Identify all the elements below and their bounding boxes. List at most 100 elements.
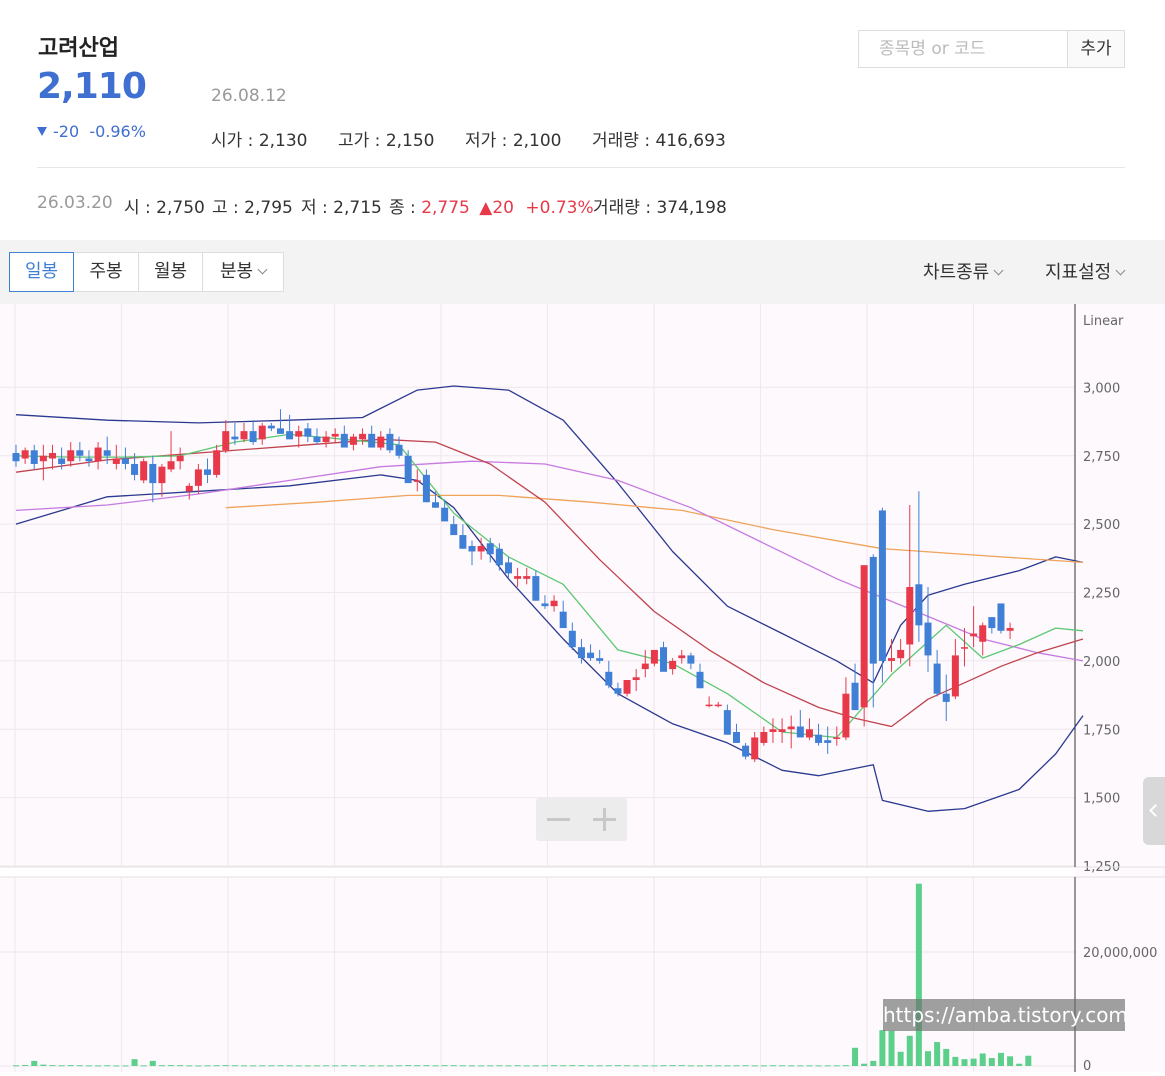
price-change: -20 -0.96% <box>37 122 146 141</box>
candle-body <box>76 450 84 456</box>
prev-high: 고 : 2,795 <box>212 198 293 218</box>
volume-bar <box>551 1065 558 1067</box>
tab-daily[interactable]: 일봉 <box>9 252 74 292</box>
candle-body <box>796 726 804 738</box>
period-tabs: 일봉 주봉 월봉 분봉 <box>9 252 284 292</box>
candle-body <box>924 622 932 656</box>
ma20-line <box>15 438 1084 728</box>
volume-bar <box>95 1065 102 1067</box>
candle-body <box>495 548 503 566</box>
candle-body <box>678 655 686 659</box>
indicator-settings-dropdown[interactable]: 지표설정 <box>1045 258 1126 284</box>
candle-body <box>140 461 148 481</box>
volume-bar <box>842 1065 849 1067</box>
volume-bar <box>997 1052 1004 1066</box>
add-button[interactable]: 추가 <box>1067 30 1125 68</box>
candle-body <box>103 450 111 456</box>
candle-body <box>94 447 102 462</box>
chart-area[interactable]: 3,000 2,750 2,500 2,250 2,000 1,750 1,500 1,250… <box>0 304 1165 1074</box>
candle-body <box>450 524 458 536</box>
volume-bar <box>177 1065 184 1067</box>
volume-bar <box>13 1065 19 1067</box>
candle-body <box>468 546 476 552</box>
volume-bar <box>277 1065 284 1067</box>
volume-bar <box>268 1065 275 1067</box>
zoom-in-button[interactable] <box>582 798 627 841</box>
volume-bar <box>231 1065 238 1067</box>
candle-body <box>176 455 184 462</box>
volume-bar <box>624 1065 631 1067</box>
current-price: 2,110 <box>37 66 147 107</box>
candle-body <box>240 431 248 440</box>
volume-bar <box>259 1065 266 1067</box>
candle-body <box>404 455 412 484</box>
candle-body <box>349 436 357 445</box>
candle-body <box>459 535 467 549</box>
candle-body <box>897 649 905 659</box>
volume-bar <box>140 1065 147 1067</box>
volume-bar <box>459 1065 466 1067</box>
volume-bar <box>605 1065 612 1067</box>
volume-bar <box>22 1064 29 1066</box>
chevron-down-icon <box>993 265 1004 276</box>
triangle-up-icon: ▲ <box>479 198 493 218</box>
candle-body <box>523 576 531 579</box>
candle-body <box>185 485 193 492</box>
candle-body <box>723 710 731 735</box>
volume-bar <box>432 1065 439 1067</box>
volume-bar <box>915 883 922 1066</box>
minus-icon <box>547 818 570 821</box>
candle-body <box>915 584 923 626</box>
candle-body <box>550 600 558 607</box>
chart-type-label: 차트종류 <box>923 262 990 283</box>
y-tick-label: 2,250 <box>1083 587 1120 602</box>
candle-body <box>158 466 166 484</box>
y-tick-label: 2,500 <box>1083 518 1120 533</box>
volume-bar <box>149 1060 156 1066</box>
volume-bar <box>405 1065 412 1067</box>
volume-bar <box>569 1065 576 1067</box>
volume-tick-label: 20,000,000 <box>1083 946 1157 961</box>
zoom-out-button[interactable] <box>536 798 581 841</box>
volume-tick-label: 0 <box>1083 1059 1091 1072</box>
tab-minute[interactable]: 분봉 <box>203 253 283 291</box>
candle-body <box>577 647 585 659</box>
volume-bar <box>678 1065 685 1067</box>
bollinger-upper-line <box>15 385 1084 684</box>
volume-bar <box>651 1065 658 1067</box>
candle-body <box>276 428 284 434</box>
volume-bar <box>377 1065 384 1067</box>
candle-body <box>778 729 786 732</box>
candle-body <box>295 431 303 437</box>
ma60-line <box>15 460 1084 662</box>
candle-body <box>687 655 695 664</box>
prev-close-value: 2,775 <box>421 198 470 218</box>
volume-bar <box>961 1059 968 1066</box>
volume-bar <box>614 1065 621 1067</box>
volume-bar <box>323 1065 330 1067</box>
search-field[interactable] <box>858 30 1068 68</box>
prev-close-label: 종 : <box>389 198 416 218</box>
candle-body <box>204 469 212 475</box>
tab-weekly[interactable]: 주봉 <box>74 253 139 291</box>
price-chart[interactable]: 3,0002,7502,5002,2502,0001,7501,5001,250… <box>0 304 1165 1074</box>
side-panel-toggle[interactable] <box>1143 777 1165 845</box>
candle-body <box>568 630 576 648</box>
prev-change-value: 20 <box>492 198 514 218</box>
candle-body <box>705 704 713 707</box>
volume-bar <box>478 1065 485 1067</box>
volume-bar <box>596 1065 603 1067</box>
volume-bar <box>578 1065 585 1067</box>
volume-bar <box>906 1035 913 1066</box>
volume-bar <box>660 1065 667 1067</box>
tab-monthly[interactable]: 월봉 <box>139 253 203 291</box>
search-input[interactable] <box>859 31 1067 67</box>
prev-volume: 거래량 : 374,198 <box>593 198 727 218</box>
chart-type-dropdown[interactable]: 차트종류 <box>923 258 1004 284</box>
volume-bar <box>724 1065 731 1067</box>
y-tick-label: 2,000 <box>1083 655 1120 670</box>
candle-body <box>614 688 622 694</box>
volume-bar <box>496 1065 503 1067</box>
volume-bar <box>788 1065 795 1067</box>
candle-body <box>413 480 421 482</box>
